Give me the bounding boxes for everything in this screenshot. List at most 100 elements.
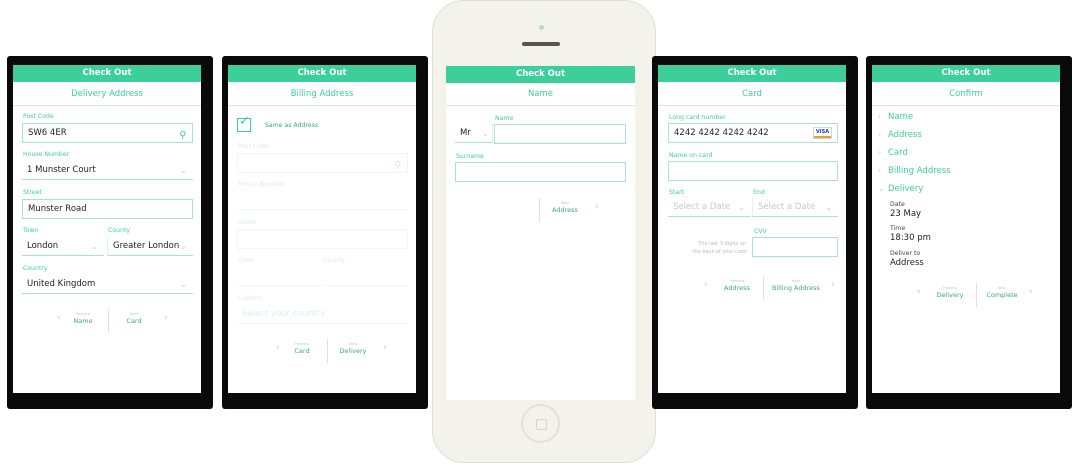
section-address[interactable]: › Address [878,130,922,140]
section-delivery[interactable]: ⌄ Delivery [878,184,923,194]
device-confirm: Check Out Confirm › Name › Address › Card ›… [866,56,1072,409]
next-button[interactable]: Next Billing Address [767,274,825,300]
end-date-select[interactable]: Select a Date ⌄ [752,198,838,217]
house-number-select[interactable] [237,191,408,210]
next-button[interactable]: Next Card [109,307,159,333]
county-select[interactable] [322,267,408,286]
screen-name: Check Out Name Name Mr ⌄ Surname Next Ad… [446,66,635,400]
street-label: Street [238,219,257,226]
previous-button[interactable]: Previous Address [712,274,762,300]
chevron-down-icon: ⌄ [180,166,187,175]
device-card: Check Out Card Long card number 4242 424… [652,56,858,409]
postcode-input[interactable]: SW6 4ER ⚲ [22,123,193,143]
postcode-label: Post Code [23,113,54,120]
page-title: Confirm [872,82,1060,106]
previous-button[interactable]: Previous Delivery [925,281,975,307]
chevron-down-icon: ⌄ [91,242,98,251]
device-billing: Check Out Billing Address ✓ Same as Addr… [222,56,428,409]
surname-input[interactable] [455,162,626,182]
town-select[interactable]: London ⌄ [22,237,104,256]
chevron-down-icon: ⌄ [180,280,187,289]
title-select[interactable]: Mr ⌄ [455,124,493,143]
checkout-header: Check Out [13,65,201,82]
start-date-select[interactable]: Select a Date ⌄ [668,198,751,217]
next-button[interactable]: Next Address [540,196,590,222]
complete-button[interactable]: Next Complete [977,281,1027,307]
house-number-select[interactable]: 1 Munster Court ⌄ [22,161,193,180]
same-as-address-checkbox[interactable]: ✓ [237,114,251,132]
name-label: Name [495,115,514,122]
surname-label: Surname [456,153,484,160]
section-billing-address[interactable]: › Billing Address [878,166,951,176]
chevron-left-icon[interactable]: ‹ [917,287,921,297]
section-name[interactable]: › Name [878,112,913,122]
postcode-label: Post Code [238,143,269,150]
chevron-right-icon[interactable]: › [1029,287,1033,297]
chevron-right-icon: › [878,166,882,175]
country-select[interactable]: Select your country [237,305,408,324]
name-input[interactable] [494,124,626,144]
section-card[interactable]: › Card [878,148,908,158]
name-on-card-label: Name on card [669,152,713,159]
page-title: Name [446,83,635,106]
previous-button[interactable]: Previous Name [58,307,108,333]
step-navigation: Next Address › [539,196,619,222]
camera-icon [539,25,544,30]
house-number-label: House Number [238,181,285,188]
card-number-label: Long card number [669,114,726,121]
screen-delivery-address: Check Out Delivery Address Post Code SW6… [13,65,201,393]
cvv-hint-line-2: the back of your card [692,249,746,255]
page-title: Billing Address [228,82,416,106]
house-number-value: 1 Munster Court [27,165,96,175]
country-label: Country [23,265,48,272]
cvv-label: CVV [754,228,767,235]
date-value: 23 May [890,209,922,219]
checkout-header: Check Out [446,66,635,83]
time-value: 18:30 pm [890,233,931,243]
county-select[interactable]: Greater London ⌄ [107,237,193,256]
checkout-header: Check Out [228,65,416,82]
chevron-right-icon[interactable]: › [595,202,599,212]
country-select[interactable]: United Kingdom ⌄ [22,275,193,294]
step-navigation: ‹ Previous Delivery Next Complete › [915,281,1035,307]
card-number-value: 4242 4242 4242 4242 [674,128,769,138]
page-title: Delivery Address [13,82,201,106]
town-select[interactable] [237,267,319,286]
county-label: County [323,257,346,264]
chevron-down-icon: ⌄ [180,242,187,251]
postcode-input[interactable]: ⚲ [237,153,408,173]
street-value: Munster Road [28,204,87,214]
search-icon[interactable]: ⚲ [179,127,186,142]
chevron-left-icon[interactable]: ‹ [704,280,708,290]
home-square-icon [536,419,547,430]
time-label: Time [890,225,906,232]
street-input[interactable] [237,229,408,249]
step-navigation: ‹ Previous Name Next Card › [57,307,168,333]
next-button[interactable]: Next Delivery [328,337,378,363]
checkout-header: Check Out [872,65,1060,82]
cvv-input[interactable] [752,237,838,257]
page-title: Card [658,82,846,106]
search-icon[interactable]: ⚲ [394,157,401,172]
postcode-value: SW6 4ER [28,128,67,138]
country-placeholder: Select your country [242,309,326,319]
cvv-hint-line-1: The last 3 digits on [698,241,746,247]
chevron-down-icon: ⌄ [482,129,489,138]
town-value: London [27,241,59,251]
street-label: Street [23,189,42,196]
county-value: Greater London [113,241,180,251]
house-number-label: House Number [23,151,70,158]
street-input[interactable]: Munster Road [22,199,193,219]
end-label: End [753,189,765,196]
previous-button[interactable]: Previous Card [277,337,327,363]
chevron-right-icon[interactable]: › [831,280,835,290]
home-button[interactable] [521,404,560,443]
card-number-input[interactable]: 4242 4242 4242 4242 VISA [668,123,838,143]
chevron-right-icon[interactable]: › [164,313,168,323]
name-on-card-input[interactable] [668,161,838,181]
step-navigation: ‹ Previous Card Next Delivery › [276,337,387,363]
end-date-placeholder: Select a Date [758,202,816,212]
county-label: County [108,227,131,234]
country-value: United Kingdom [27,279,96,289]
chevron-right-icon[interactable]: › [383,343,387,353]
